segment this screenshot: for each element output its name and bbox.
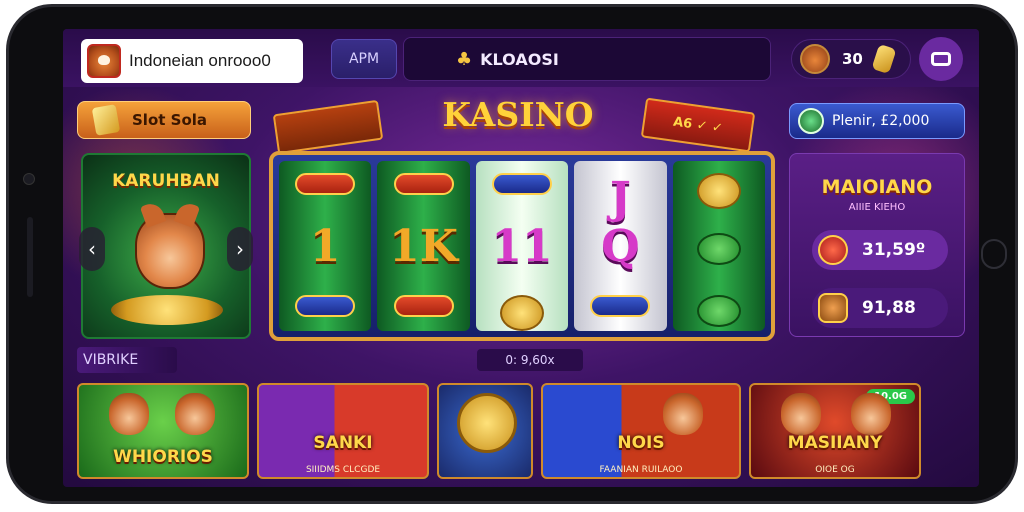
shiba-mascot: [135, 213, 205, 289]
camera: [23, 173, 35, 185]
reel-symbol: [574, 295, 666, 321]
reel-symbol: [476, 173, 568, 199]
menu-button[interactable]: [919, 37, 963, 81]
multiplier-pill: 0: 9,60x: [477, 349, 583, 371]
slot-sola-button[interactable]: Slot Sola: [77, 101, 251, 139]
banner-right: A6 ✓ ✓: [640, 97, 756, 153]
reel-symbol: [279, 173, 371, 199]
game-tile[interactable]: WHIORIOS: [77, 383, 249, 479]
game-subtitle: FAANIAN RUILAOO: [599, 465, 683, 475]
slot-machine[interactable]: 1 1K 11 J Q: [269, 151, 775, 341]
reel-3: 11: [475, 161, 569, 331]
shiba-face: [175, 393, 215, 435]
kasino-title: KASINO: [442, 95, 594, 134]
featured-game-card[interactable]: KARUHBAN: [81, 153, 251, 339]
player-balance[interactable]: Plenir, £2,000: [789, 103, 965, 139]
game-subtitle: SIIIDMS CLCGDE: [305, 465, 381, 475]
stat-row-2[interactable]: 91,88: [812, 288, 948, 328]
reel-symbol: [673, 173, 765, 213]
shiba-flag-icon: [87, 44, 121, 78]
top-bar: Indoneian onrooo0 APM ♣ KLOAOSI 30: [63, 29, 979, 87]
game-tile[interactable]: SANKI SIIIDMS CLCGDE: [257, 383, 429, 479]
jackpot-card[interactable]: MAIOIANO AIIIE KIEHO 31,59º 91,88: [789, 153, 965, 337]
language-label: Indoneian onrooo0: [129, 51, 271, 70]
dollar-coin-icon: [457, 393, 517, 453]
game-subtitle: OIOE OG: [815, 465, 855, 475]
gold-bar-icon: [91, 104, 121, 136]
reel-4: J Q: [574, 161, 667, 331]
home-button[interactable]: [981, 239, 1007, 269]
coin-balance[interactable]: 30: [791, 39, 911, 79]
gold-coin-plate: [111, 295, 223, 325]
search-bar[interactable]: ♣ KLOAOSI: [403, 37, 771, 81]
section-label: VIBRIKE: [77, 347, 177, 373]
reel-symbol: 11: [491, 221, 553, 272]
game-name: NOIS: [617, 433, 665, 453]
reel-symbol: [673, 295, 765, 331]
game-list: WHIORIOS SANKI SIIIDMS CLCGDE NOIS FAANI…: [77, 383, 967, 479]
game-name: SANKI: [313, 433, 373, 453]
shiba-face: [781, 393, 821, 435]
game-name: MASIIANY: [787, 433, 883, 453]
jackpot-subtitle: AIIIE KIEHO: [848, 202, 906, 213]
banner-left: [272, 99, 384, 155]
jackpot-title: MAIOIANO: [821, 176, 933, 198]
stat-row-1[interactable]: 31,59º: [812, 230, 948, 270]
speaker: [27, 217, 33, 297]
chest-icon: [818, 293, 848, 323]
shiba-face: [109, 393, 149, 435]
reel-symbol: [476, 295, 568, 331]
menu-icon: [931, 52, 951, 66]
ruby-icon: [818, 235, 848, 265]
slot-sola-label: Slot Sola: [132, 111, 208, 129]
player-label: Plenir, £2,000: [832, 113, 930, 129]
player-avatar: [798, 108, 824, 134]
chevron-left-icon[interactable]: ‹: [79, 227, 105, 271]
shiba-face: [851, 393, 891, 435]
reel-symbol: [673, 233, 765, 269]
stat-value-2: 91,88: [862, 298, 916, 318]
phone-frame: Indoneian onrooo0 APM ♣ KLOAOSI 30 Slot …: [6, 4, 1018, 504]
coin-value: 30: [842, 50, 863, 68]
reel-symbol: 1K: [389, 221, 459, 272]
stat-value-1: 31,59º: [862, 240, 926, 260]
reel-5: [672, 161, 766, 331]
game-tile[interactable]: NOIS FAANIAN RUILAOO: [541, 383, 741, 479]
chevron-right-icon[interactable]: ›: [227, 227, 253, 271]
reel-symbol: Q: [601, 221, 640, 272]
reel-symbol: [279, 295, 371, 321]
game-tile[interactable]: [437, 383, 533, 479]
dog-face: [663, 393, 703, 435]
featured-game-title: KARUHBAN: [112, 171, 220, 191]
game-screen: Indoneian onrooo0 APM ♣ KLOAOSI 30 Slot …: [63, 29, 979, 487]
reel-symbol: [377, 295, 469, 321]
avatar: [800, 44, 830, 74]
language-selector[interactable]: Indoneian onrooo0: [81, 39, 303, 83]
reel-symbol: 1: [309, 221, 341, 272]
coin-icon: [871, 43, 897, 75]
game-name: WHIORIOS: [113, 447, 213, 467]
reel-2: 1K: [377, 161, 470, 331]
reel-symbol: [377, 173, 469, 199]
reel-symbol: J: [610, 173, 631, 224]
search-slot-icon: ♣: [456, 48, 473, 70]
search-text: KLOAOSI: [480, 49, 559, 69]
apm-button[interactable]: APM: [331, 39, 397, 79]
reel-1: 1: [279, 161, 372, 331]
game-tile[interactable]: 10.0G MASIIANY OIOE OG: [749, 383, 921, 479]
